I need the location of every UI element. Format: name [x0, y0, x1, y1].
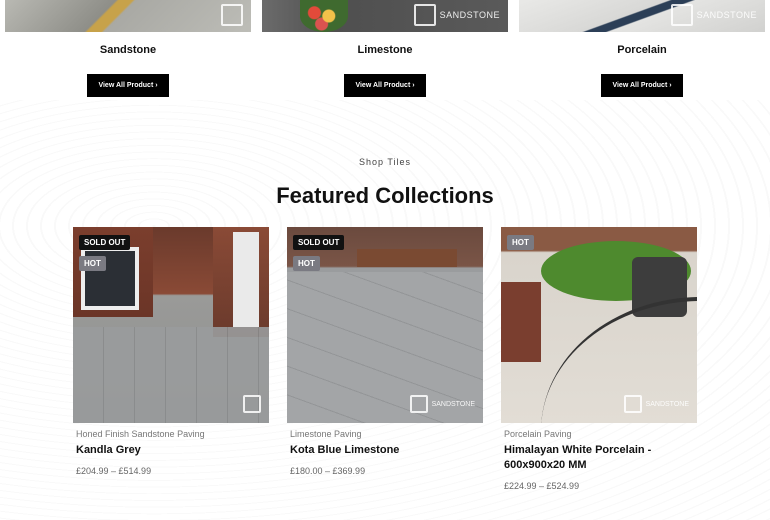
sold-out-badge: SOLD OUT: [293, 235, 345, 250]
flower-pot: [300, 0, 348, 32]
product-card-himalayan-white-porcelain[interactable]: HOT SANDSTONE Porcelain Paving Himalayan…: [501, 227, 697, 491]
product-title[interactable]: Kota Blue Limestone: [287, 443, 483, 458]
watermark-text: SANDSTONE: [696, 10, 757, 20]
planter: [357, 249, 457, 267]
section-heading: Featured Collections: [276, 183, 494, 208]
hot-badge: HOT: [507, 235, 534, 250]
category-card-limestone: SANDSTONE Limestone View All Product ›: [262, 0, 508, 100]
watermark-logo-icon: [623, 395, 642, 413]
category-name: Sandstone: [99, 44, 157, 56]
watermark-text: SANDSTONE: [431, 400, 475, 408]
door: [233, 232, 259, 327]
product-category[interactable]: Honed Finish Sandstone Paving: [73, 429, 269, 439]
product-image[interactable]: SOLD OUT HOT: [73, 227, 269, 423]
watermark: SANDSTONE: [409, 395, 475, 413]
category-image[interactable]: SANDSTONE: [519, 0, 765, 32]
category-image[interactable]: SANDSTONE: [262, 0, 508, 32]
watermark: [221, 4, 243, 26]
category-image[interactable]: [5, 0, 251, 32]
watermark-logo-icon: [221, 4, 243, 26]
product-title[interactable]: Kandla Grey: [73, 443, 269, 458]
watermark: SANDSTONE: [623, 395, 689, 413]
product-price: £224.99 – £524.99: [504, 481, 580, 491]
hot-badge: HOT: [79, 256, 106, 271]
product-category[interactable]: Porcelain Paving: [501, 429, 697, 439]
watermark: SANDSTONE: [670, 4, 757, 26]
view-all-product-button[interactable]: View All Product ›: [601, 74, 683, 97]
sold-out-badge: SOLD OUT: [79, 235, 131, 250]
category-name: Limestone: [357, 44, 413, 56]
watermark-logo-icon: [243, 395, 261, 413]
product-image[interactable]: SOLD OUT HOT SANDSTONE: [287, 227, 483, 423]
view-all-product-button[interactable]: View All Product ›: [87, 74, 169, 97]
watermark: SANDSTONE: [413, 4, 500, 26]
watermark-text: SANDSTONE: [439, 10, 500, 20]
watermark-logo-icon: [670, 4, 693, 26]
section-eyebrow: Shop Tiles: [358, 157, 412, 167]
product-category[interactable]: Limestone Paving: [287, 429, 483, 439]
paving: [73, 327, 269, 423]
product-price: £204.99 – £514.99: [76, 466, 152, 476]
category-card-porcelain: SANDSTONE Porcelain View All Product ›: [519, 0, 765, 100]
watermark-logo-icon: [409, 395, 428, 413]
product-image[interactable]: HOT SANDSTONE: [501, 227, 697, 423]
product-title[interactable]: Himalayan White Porcelain - 600x900x20 M…: [501, 443, 697, 473]
product-price: £180.00 – £369.99: [290, 466, 366, 476]
category-card-sandstone: Sandstone View All Product ›: [5, 0, 251, 100]
product-card-kota-blue-limestone[interactable]: SOLD OUT HOT SANDSTONE Limestone Paving …: [287, 227, 483, 476]
brick-wall: [501, 282, 541, 362]
product-card-kandla-grey[interactable]: SOLD OUT HOT Honed Finish Sandstone Pavi…: [73, 227, 269, 476]
category-name: Porcelain: [617, 44, 667, 56]
view-all-product-button[interactable]: View All Product ›: [344, 74, 426, 97]
watermark-text: SANDSTONE: [645, 400, 689, 408]
hot-badge: HOT: [293, 256, 320, 271]
watermark-logo-icon: [413, 4, 436, 26]
watermark: [243, 395, 261, 413]
